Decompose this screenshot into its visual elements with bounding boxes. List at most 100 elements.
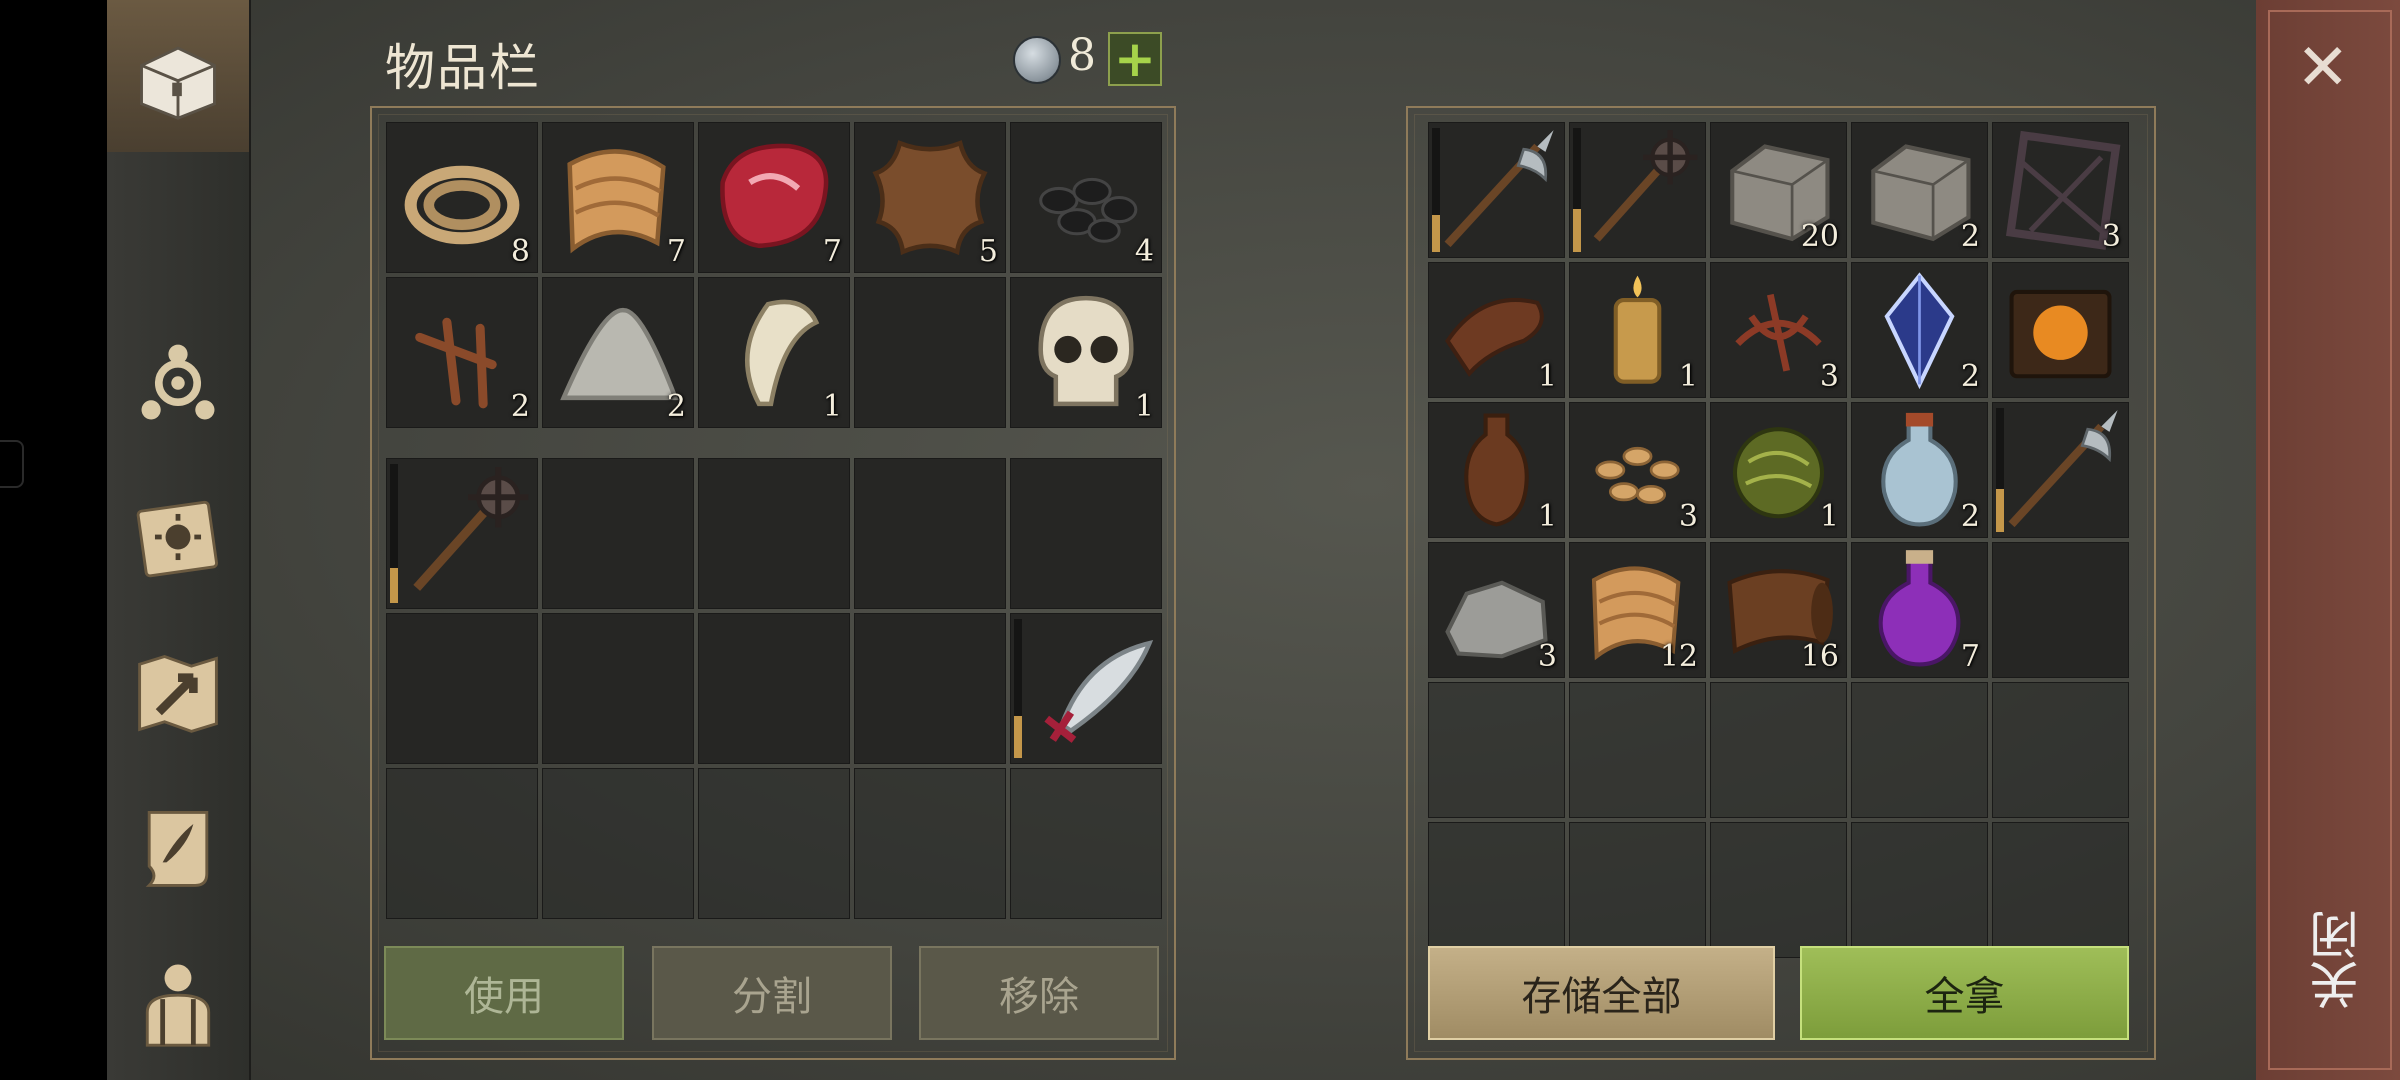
item-slot[interactable]: 1 <box>698 277 850 428</box>
item-count: 16 <box>1800 639 1839 674</box>
silver-coin-icon <box>1013 36 1061 84</box>
item-slot[interactable] <box>1992 262 2129 398</box>
empty-slot[interactable] <box>1992 822 2129 958</box>
item-slot[interactable]: 7 <box>1851 542 1988 678</box>
item-count: 5 <box>978 234 998 269</box>
item-count: 7 <box>1960 639 1980 674</box>
remove-button[interactable]: 移除 <box>919 946 1159 1040</box>
item-count: 12 <box>1659 639 1698 674</box>
empty-slot[interactable] <box>1569 822 1706 958</box>
empty-slot[interactable] <box>1710 822 1847 958</box>
mace-icon <box>1569 122 1706 258</box>
close-label[interactable]: 关闭 <box>2302 910 2367 1010</box>
item-slot[interactable] <box>1010 613 1162 764</box>
item-slot[interactable] <box>1428 122 1565 258</box>
empty-slot[interactable] <box>542 458 694 609</box>
empty-slot[interactable] <box>1851 682 1988 818</box>
item-slot[interactable]: 1 <box>1428 262 1565 398</box>
empty-slot[interactable] <box>1010 458 1162 609</box>
empty-slot[interactable] <box>1851 822 1988 958</box>
use-button[interactable]: 使用 <box>384 946 624 1040</box>
item-slot[interactable]: 16 <box>1710 542 1847 678</box>
close-icon[interactable]: ✕ <box>2296 36 2350 100</box>
crafting-icon[interactable] <box>121 326 235 440</box>
item-count: 2 <box>510 389 530 424</box>
empty-slot[interactable] <box>698 458 850 609</box>
empty-slot[interactable] <box>698 613 850 764</box>
empty-slot[interactable] <box>542 768 694 919</box>
empty-slot[interactable] <box>854 768 1006 919</box>
empty-slot[interactable] <box>386 613 538 764</box>
item-count: 1 <box>1819 499 1839 534</box>
scroll-icon[interactable] <box>121 790 235 904</box>
item-slot[interactable] <box>1992 402 2129 538</box>
add-currency-button[interactable]: + <box>1108 32 1162 86</box>
item-slot[interactable]: 1 <box>1428 402 1565 538</box>
item-slot[interactable]: 4 <box>1010 122 1162 273</box>
item-slot[interactable]: 1 <box>1569 262 1706 398</box>
halberd-icon <box>1992 402 2129 538</box>
item-slot[interactable]: 2 <box>1851 122 1988 258</box>
durability-bar <box>1573 128 1581 252</box>
chest-icon[interactable] <box>121 18 235 132</box>
item-slot[interactable]: 5 <box>854 122 1006 273</box>
empty-slot[interactable] <box>1992 682 2129 818</box>
item-slot[interactable] <box>1569 122 1706 258</box>
item-count: 3 <box>2101 219 2121 254</box>
rune-book-icon <box>1992 262 2129 398</box>
split-button[interactable]: 分割 <box>652 946 892 1040</box>
item-slot[interactable]: 2 <box>1851 262 1988 398</box>
empty-slot[interactable] <box>1010 768 1162 919</box>
device-notch <box>0 440 24 488</box>
item-slot[interactable]: 3 <box>1428 542 1565 678</box>
empty-slot[interactable] <box>1428 822 1565 958</box>
halberd-icon <box>1428 122 1565 258</box>
item-count: 1 <box>1678 359 1698 394</box>
empty-slot[interactable] <box>854 458 1006 609</box>
empty-slot[interactable] <box>386 768 538 919</box>
empty-slot[interactable] <box>854 613 1006 764</box>
item-slot[interactable]: 1 <box>1710 402 1847 538</box>
item-count: 1 <box>1537 359 1557 394</box>
empty-slot[interactable] <box>1569 682 1706 818</box>
durability-bar <box>1014 619 1022 758</box>
store-all-button[interactable]: 存储全部 <box>1428 946 1775 1040</box>
item-slot[interactable]: 8 <box>386 122 538 273</box>
durability-bar <box>1996 408 2004 532</box>
empty-slot[interactable] <box>1992 542 2129 678</box>
item-slot[interactable]: 20 <box>1710 122 1847 258</box>
sidebar <box>107 0 251 1080</box>
item-slot[interactable]: 12 <box>1569 542 1706 678</box>
item-count: 2 <box>1960 219 1980 254</box>
empty-slot[interactable] <box>698 768 850 919</box>
page-title: 物品栏 <box>385 39 541 97</box>
empty-slot[interactable] <box>854 277 1006 428</box>
character-icon[interactable] <box>121 944 235 1058</box>
item-count: 1 <box>1537 499 1557 534</box>
item-count: 1 <box>822 389 842 424</box>
item-slot[interactable]: 3 <box>1710 262 1847 398</box>
empty-slot[interactable] <box>1428 682 1565 818</box>
journal-icon[interactable] <box>121 480 235 594</box>
item-slot[interactable]: 2 <box>1851 402 1988 538</box>
item-slot[interactable]: 7 <box>542 122 694 273</box>
item-count: 1 <box>1134 389 1154 424</box>
item-slot[interactable]: 2 <box>386 277 538 428</box>
item-count: 8 <box>510 234 530 269</box>
item-count: 4 <box>1134 234 1154 269</box>
empty-slot[interactable] <box>542 613 694 764</box>
item-count: 2 <box>666 389 686 424</box>
map-icon[interactable] <box>121 636 235 750</box>
currency-count: 8 <box>1068 30 1096 81</box>
item-slot[interactable] <box>386 458 538 609</box>
item-slot[interactable]: 2 <box>542 277 694 428</box>
item-slot[interactable]: 1 <box>1010 277 1162 428</box>
equipment-grid <box>386 458 1162 919</box>
take-all-button[interactable]: 全拿 <box>1800 946 2129 1040</box>
empty-slot[interactable] <box>1710 682 1847 818</box>
scimitar-icon <box>1010 613 1162 764</box>
item-slot[interactable]: 3 <box>1569 402 1706 538</box>
item-slot[interactable]: 7 <box>698 122 850 273</box>
item-slot[interactable]: 3 <box>1992 122 2129 258</box>
inventory-grid: 8 7 7 5 4 2 2 1 1 <box>386 122 1162 428</box>
